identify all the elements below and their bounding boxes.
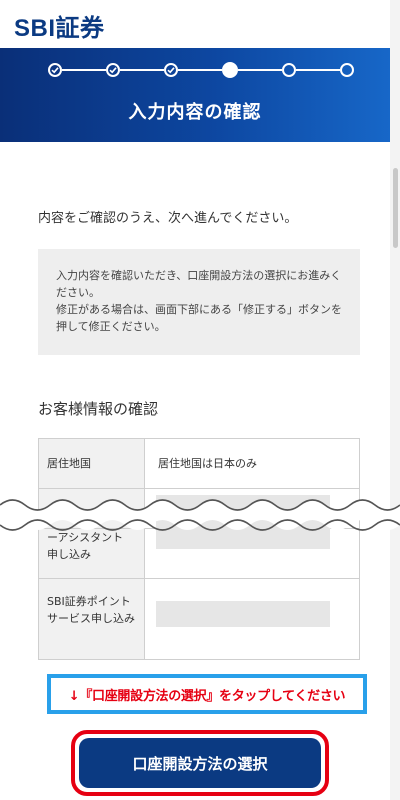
row-label-residence: 居住地国 [39, 439, 145, 488]
step-connector [120, 69, 164, 71]
table-row: SBI証券ポイントサービス申し込み [39, 579, 359, 659]
notice-line-2: 修正がある場合は、画面下部にある「修正する」ボタンを押して修正ください。 [56, 303, 342, 333]
notice-box: 入力内容を確認いただき、口座開設方法の選択にお進みください。 修正がある場合は、… [38, 249, 360, 355]
scrollbar-thumb[interactable] [393, 168, 398, 248]
intro-text: 内容をご確認のうえ、次へ進んでください。 [38, 211, 298, 226]
step-connector [62, 69, 106, 71]
scrollbar[interactable] [390, 0, 400, 800]
app-header: SBI証券 [0, 0, 400, 48]
step-1-complete-icon [48, 63, 62, 77]
step-connector [178, 69, 222, 71]
step-4-current-indicator [222, 62, 238, 78]
step-3-complete-icon [164, 63, 178, 77]
row-label-point-service: SBI証券ポイントサービス申し込み [39, 579, 145, 659]
page-break-wave [0, 499, 400, 531]
select-account-opening-method-button[interactable]: 口座開設方法の選択 [79, 738, 321, 788]
section-title-customer-info: お客様情報の確認 [38, 400, 159, 418]
sbi-logo: SBI証券 [14, 15, 105, 42]
notice-line-1: 入力内容を確認いただき、口座開設方法の選択にお進みください。 [56, 269, 342, 299]
table-row: 居住地国 居住地国は日本のみ [39, 439, 359, 489]
step-connector [238, 69, 282, 71]
tap-instruction-callout: ↓『口座開設方法の選択』をタップしてください [47, 674, 367, 714]
hero-banner: 入力内容の確認 [0, 48, 390, 142]
row-value-point-service [146, 579, 359, 659]
masked-value [156, 601, 330, 627]
page-title: 入力内容の確認 [128, 102, 262, 123]
cta-highlight-frame: 口座開設方法の選択 [71, 730, 329, 796]
step-connector [296, 69, 340, 71]
row-value-residence: 居住地国は日本のみ [158, 457, 257, 470]
step-6-pending-indicator [340, 63, 354, 77]
step-2-complete-icon [106, 63, 120, 77]
progress-stepper [48, 62, 354, 78]
customer-info-table: 居住地国 居住地国は日本のみ お名前 ーアシスタント 申し込み SBI証券ポイン… [38, 438, 360, 660]
step-5-pending-indicator [282, 63, 296, 77]
